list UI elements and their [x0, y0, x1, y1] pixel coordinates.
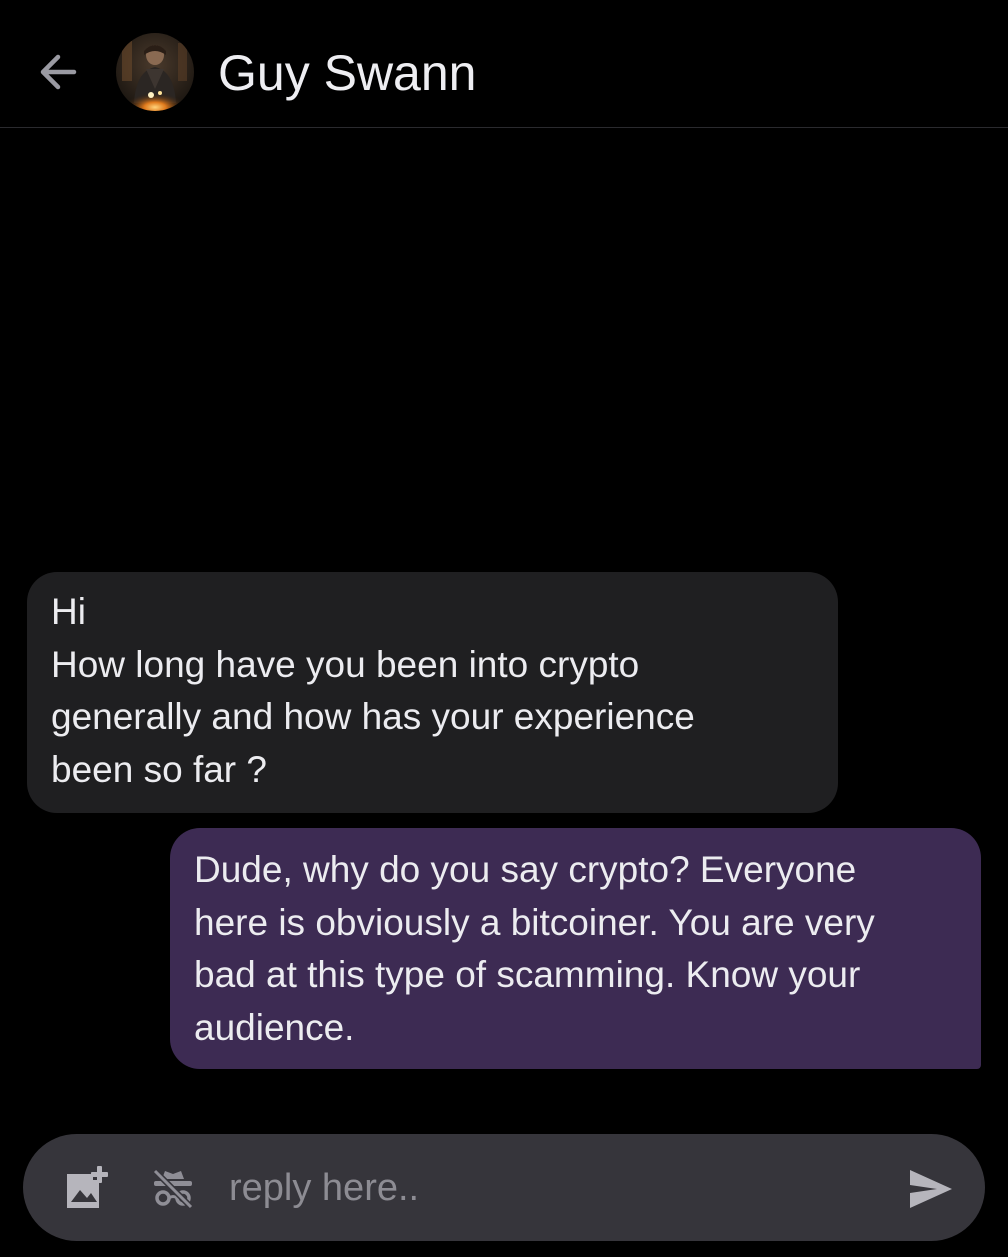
contact-name: Guy Swann	[218, 45, 477, 101]
reply-input[interactable]	[229, 1160, 869, 1216]
message-line: bad at this type of scamming. Know your	[194, 954, 861, 995]
outgoing-message-bubble[interactable]: Dude, why do you say crypto? Everyone he…	[170, 828, 981, 1069]
send-icon	[910, 1170, 952, 1208]
arrow-left-icon	[40, 54, 77, 90]
anonymous-toggle-button[interactable]	[151, 1167, 195, 1211]
message-line: generally and how has your experience	[51, 696, 695, 737]
message-line: audience.	[194, 1006, 355, 1048]
incoming-message-bubble[interactable]: Hi How long have you been into crypto ge…	[27, 572, 838, 813]
chat-header: Guy Swann	[0, 0, 1008, 128]
add-image-icon	[67, 1166, 108, 1208]
message-line: How long have you been into crypto	[51, 643, 640, 685]
contact-avatar-image	[116, 33, 194, 111]
message-line: Dude, why do you say crypto? Everyone	[194, 849, 857, 890]
message-composer	[23, 1134, 985, 1241]
send-button[interactable]	[907, 1166, 955, 1212]
attach-image-button[interactable]	[63, 1164, 111, 1212]
message-line: here is obviously a bitcoiner. You are v…	[194, 901, 875, 943]
back-button[interactable]	[30, 44, 86, 100]
message-line: been so far ?	[51, 748, 267, 790]
incognito-off-icon	[152, 1168, 194, 1210]
message-line: Hi	[51, 591, 86, 632]
avatar[interactable]	[116, 33, 194, 111]
